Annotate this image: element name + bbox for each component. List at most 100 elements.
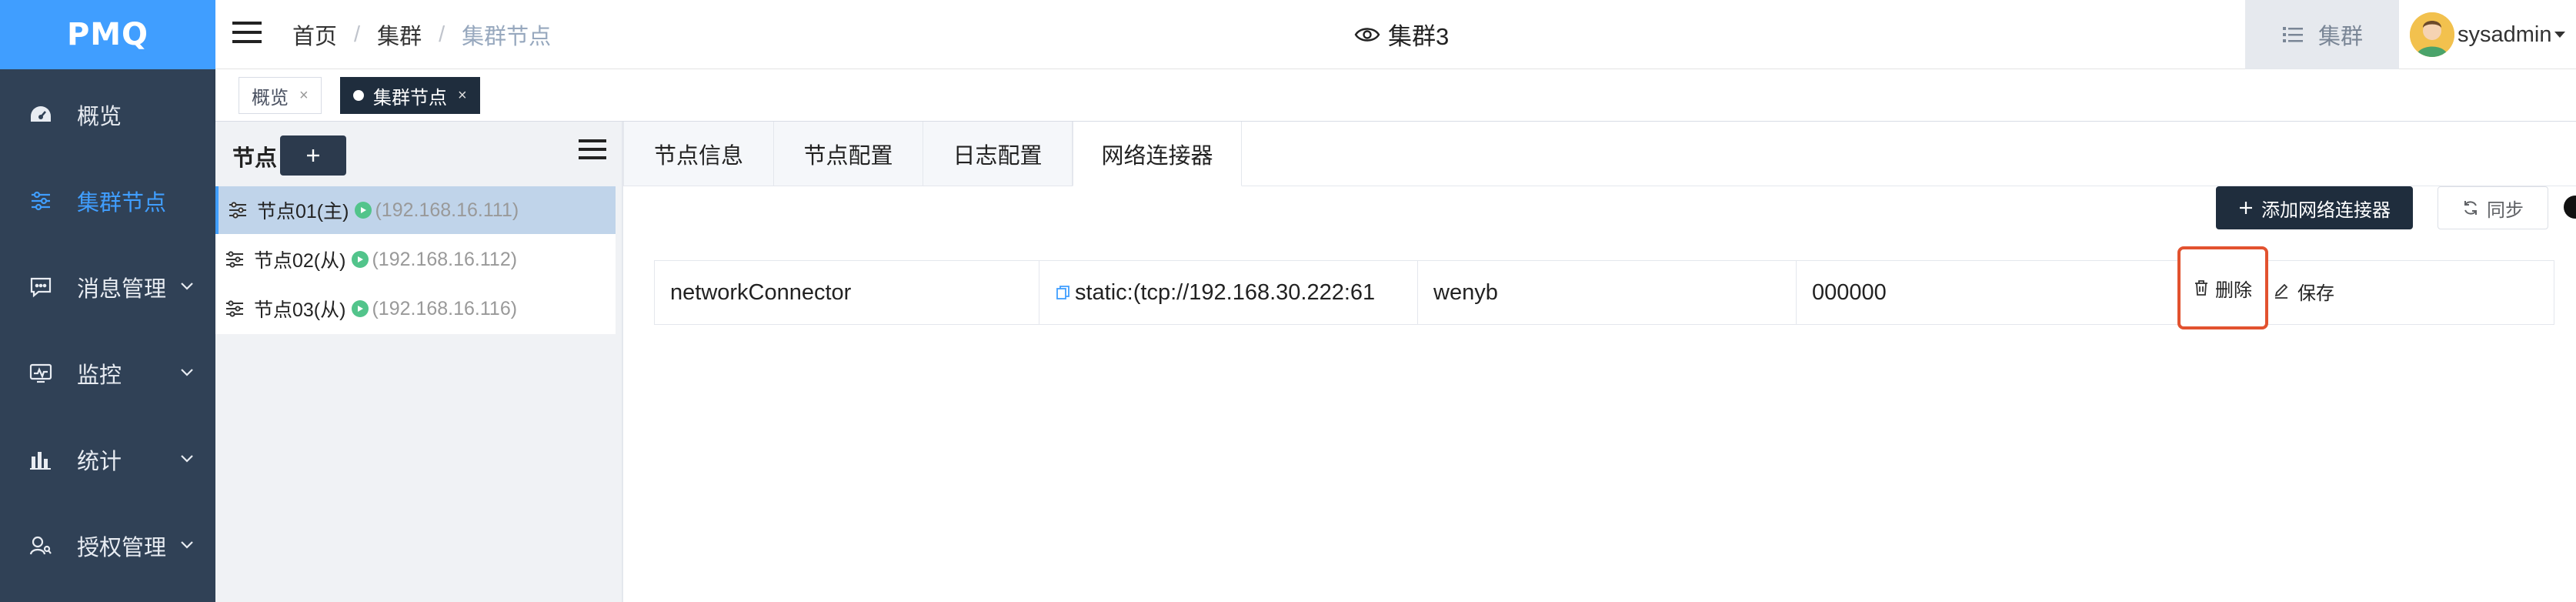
node-item[interactable]: 节点01(主) (192.168.16.111) xyxy=(215,186,616,234)
sidebar-item-label: 统计 xyxy=(77,450,122,474)
connector-row: networkConnector static:(tcp://192.168.3… xyxy=(654,260,2554,325)
breadcrumb-current: 集群节点 xyxy=(462,25,552,49)
save-button[interactable]: 保存 xyxy=(2273,274,2334,308)
connector-name-field[interactable]: networkConnector xyxy=(655,261,1039,324)
username: sysadmin xyxy=(2458,22,2552,47)
delete-label: 删除 xyxy=(2215,279,2252,301)
save-label: 保存 xyxy=(2297,283,2334,304)
sidebar-item-authorization[interactable]: 授权管理 xyxy=(0,519,215,573)
message-icon xyxy=(28,274,54,300)
menu-icon[interactable] xyxy=(577,135,608,163)
tab-node-config[interactable]: 节点配置 xyxy=(774,122,923,186)
breadcrumb-separator: / xyxy=(439,22,445,47)
cluster-list-label: 集群 xyxy=(2317,25,2363,49)
sidebar: PMQ 概览 集群节点 消息管理 监控 统计 授权管理 xyxy=(0,0,215,602)
tab-label: 节点信息 xyxy=(653,143,743,169)
chevron-down-icon xyxy=(181,369,193,376)
avatar xyxy=(2410,12,2454,57)
breadcrumb-cluster[interactable]: 集群 xyxy=(377,18,422,51)
eye-icon xyxy=(1354,27,1380,42)
node-name: 节点01(主) xyxy=(257,201,349,222)
connector-user-field[interactable]: wenyb xyxy=(1418,261,1797,324)
top-header: 首页 / 集群 / 集群节点 集群3 集群 sysadmin xyxy=(215,0,2576,69)
bar-chart-icon xyxy=(28,446,54,473)
sliders-icon xyxy=(226,300,243,317)
sync-button[interactable]: 同步 xyxy=(2438,186,2548,229)
running-status-icon xyxy=(352,251,369,268)
tab-log-config[interactable]: 日志配置 xyxy=(923,122,1073,186)
tab-label: 节点配置 xyxy=(803,143,893,169)
app-root: PMQ 概览 集群节点 消息管理 监控 统计 授权管理 首页 / 集群 / 集群… xyxy=(0,0,2576,602)
sidebar-item-label: 概览 xyxy=(77,105,122,129)
node-panel-header: 节点 xyxy=(215,122,623,186)
sidebar-item-label: 消息管理 xyxy=(77,277,167,302)
tab-node-info[interactable]: 节点信息 xyxy=(623,122,774,186)
connector-password-field[interactable]: 000000 xyxy=(1797,261,2555,324)
sliders-icon xyxy=(226,251,243,268)
tab-network-connector[interactable]: 网络连接器 xyxy=(1073,122,1242,186)
monitor-icon xyxy=(28,360,54,386)
tag-cluster-nodes[interactable]: 集群节点 × xyxy=(340,77,480,114)
cluster-title: 集群3 xyxy=(1354,17,1449,52)
sidebar-item-monitor[interactable]: 监控 xyxy=(0,346,215,400)
tags-bar: 概览 × 集群节点 × xyxy=(215,69,2576,122)
connector-name: networkConnector xyxy=(670,279,852,305)
node-item[interactable]: 节点02(从) (192.168.16.112) xyxy=(215,236,616,283)
tag-overview[interactable]: 概览 × xyxy=(239,77,322,114)
breadcrumb-separator: / xyxy=(354,22,361,47)
close-icon[interactable]: × xyxy=(458,87,467,105)
sidebar-item-label: 授权管理 xyxy=(77,536,167,560)
logo[interactable]: PMQ xyxy=(0,0,215,69)
breadcrumb-home[interactable]: 首页 xyxy=(292,18,337,51)
trash-icon xyxy=(2195,280,2207,296)
connector-uri: static:(tcp://192.168.30.222:61 xyxy=(1075,279,1376,305)
node-item[interactable]: 节点03(从) (192.168.16.116) xyxy=(215,285,616,333)
connector-user: wenyb xyxy=(1433,279,1498,305)
sliders-icon xyxy=(229,202,246,219)
chevron-down-icon xyxy=(181,541,193,549)
sidebar-item-label: 集群节点 xyxy=(77,191,167,216)
node-name: 节点02(从) xyxy=(254,250,346,272)
sidebar-item-overview[interactable]: 概览 xyxy=(0,88,215,142)
add-button-label: 添加网络连接器 xyxy=(2261,199,2391,221)
tab-bar: 节点信息 节点配置 日志配置 网络连接器 xyxy=(623,122,2576,186)
node-panel-title: 节点 xyxy=(232,146,278,171)
running-status-icon xyxy=(355,202,372,219)
chevron-down-icon xyxy=(181,283,193,290)
caret-down-icon xyxy=(2554,32,2565,38)
sidebar-item-message-management[interactable]: 消息管理 xyxy=(0,260,215,314)
tab-label: 网络连接器 xyxy=(1101,143,1213,169)
tab-label: 日志配置 xyxy=(953,143,1043,169)
tag-label: 集群节点 xyxy=(373,87,447,109)
sidebar-item-statistics[interactable]: 统计 xyxy=(0,433,215,487)
add-node-button[interactable] xyxy=(280,135,346,176)
node-ip: (192.168.16.116) xyxy=(372,297,518,319)
node-ip: (192.168.16.112) xyxy=(372,248,518,270)
list-icon xyxy=(2282,27,2303,42)
connector-password: 000000 xyxy=(1812,279,1887,305)
user-auth-icon xyxy=(28,533,54,559)
cluster-list-button[interactable]: 集群 xyxy=(2245,0,2399,69)
plus-icon xyxy=(307,149,319,162)
sliders-icon xyxy=(28,188,54,214)
sidebar-item-label: 监控 xyxy=(77,363,122,388)
close-icon[interactable]: × xyxy=(299,87,309,105)
logo-text: PMQ xyxy=(66,17,149,52)
node-name: 节点03(从) xyxy=(254,299,346,321)
plus-icon xyxy=(2240,202,2252,214)
node-list: 节点01(主) (192.168.16.111) 节点02(从) (192.16… xyxy=(215,186,616,334)
node-panel: 节点 节点01(主) (192.168.16.111) 节点02(从) (192… xyxy=(215,122,623,602)
tag-label: 概览 xyxy=(252,87,289,109)
node-ip: (192.168.16.111) xyxy=(375,199,519,221)
user-menu[interactable]: sysadmin xyxy=(2410,8,2568,62)
breadcrumb: 首页 / 集群 / 集群节点 xyxy=(292,18,551,51)
add-network-connector-button[interactable]: 添加网络连接器 xyxy=(2216,186,2413,229)
running-status-icon xyxy=(352,300,369,317)
copy-icon[interactable] xyxy=(1055,284,1072,301)
connector-uri-field[interactable]: static:(tcp://192.168.30.222:61 xyxy=(1039,261,1418,324)
sidebar-item-cluster-nodes[interactable]: 集群节点 xyxy=(0,174,215,228)
cluster-title-text: 集群3 xyxy=(1388,23,1450,50)
sync-label: 同步 xyxy=(2487,199,2524,221)
hamburger-icon[interactable] xyxy=(231,17,263,48)
delete-button[interactable]: 删除 xyxy=(2177,246,2268,329)
